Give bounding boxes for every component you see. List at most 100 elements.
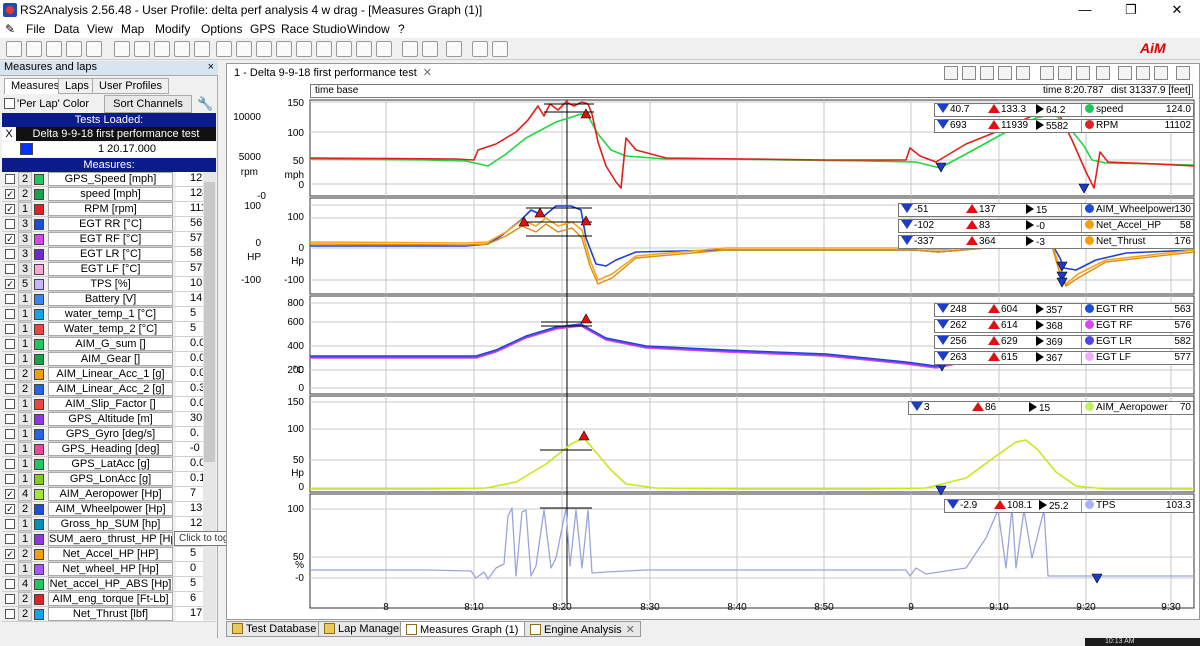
tab-test-database[interactable]: Test Database	[226, 621, 323, 637]
channel-color-swatch[interactable]	[34, 504, 44, 515]
channel-visibility-checkbox[interactable]	[5, 519, 15, 529]
channel-color-swatch[interactable]	[34, 324, 44, 335]
channel-color-swatch[interactable]	[34, 219, 44, 230]
channel-color-swatch[interactable]	[34, 519, 44, 530]
menu-race-studio[interactable]: Race Studio	[281, 22, 346, 36]
math-icon[interactable]	[446, 41, 462, 57]
channel-visibility-checkbox[interactable]	[5, 294, 15, 304]
channel-graph-number[interactable]: 2	[18, 502, 32, 516]
legend-row[interactable]: -337 364 -3 Net_Thrust 176	[898, 235, 1194, 249]
test-row[interactable]: X Delta 9-9-18 first performance test	[2, 127, 216, 141]
wrench-icon[interactable]: 🔧	[197, 96, 213, 112]
legend-row[interactable]: 248 604 357 EGT RR 563	[934, 303, 1194, 317]
channel-graph-number[interactable]: 3	[18, 247, 32, 261]
scrollbar-thumb[interactable]	[204, 182, 215, 462]
channel-color-swatch[interactable]	[34, 549, 44, 560]
channel-row[interactable]: 1 GPS_LonAcc [g] 0.1	[2, 472, 216, 487]
channel-row[interactable]: 2 AIM_eng_torque [Ft-Lb] 6	[2, 592, 216, 607]
channel-visibility-checkbox[interactable]: ✓	[5, 279, 15, 289]
channel-color-swatch[interactable]	[34, 594, 44, 605]
channel-graph-number[interactable]: 1	[18, 442, 32, 456]
channel-graph-number[interactable]: 2	[18, 607, 32, 621]
channel-visibility-checkbox[interactable]	[5, 429, 15, 439]
channel-color-swatch[interactable]	[34, 339, 44, 350]
lap-color-swatch[interactable]	[20, 143, 33, 155]
channel-graph-number[interactable]: 1	[18, 472, 32, 486]
channel-row[interactable]: 3 EGT LR [°C] 58	[2, 247, 216, 262]
channel-graph-number[interactable]: 2	[18, 172, 32, 186]
layout-icon[interactable]	[1136, 66, 1150, 80]
tool-icon[interactable]	[66, 41, 82, 57]
channel-color-swatch[interactable]	[34, 384, 44, 395]
close-icon[interactable]: ✕	[626, 624, 635, 636]
channel-color-swatch[interactable]	[34, 474, 44, 485]
channel-visibility-checkbox[interactable]: ✓	[5, 549, 15, 559]
maximize-button[interactable]: ❐	[1108, 0, 1154, 20]
channel-row[interactable]: 2 GPS_Speed [mph]122	[2, 172, 216, 187]
layout-icon[interactable]	[1096, 66, 1110, 80]
channel-visibility-checkbox[interactable]	[5, 384, 15, 394]
graph-icon[interactable]	[134, 41, 150, 57]
channel-graph-number[interactable]: 1	[18, 307, 32, 321]
channel-color-swatch[interactable]	[34, 579, 44, 590]
channel-row[interactable]: ✓2 speed [mph]124	[2, 187, 216, 202]
channel-visibility-checkbox[interactable]	[5, 264, 15, 274]
channel-graph-number[interactable]: 1	[18, 337, 32, 351]
layout-icon[interactable]	[1118, 66, 1132, 80]
channel-visibility-checkbox[interactable]: ✓	[5, 489, 15, 499]
close-icon[interactable]: ×	[208, 61, 214, 73]
channel-row[interactable]: 3 EGT LF [°C] 57	[2, 262, 216, 277]
folder-icon[interactable]	[46, 41, 62, 57]
channel-row[interactable]: 1 AIM_Slip_Factor [] 0.0	[2, 397, 216, 412]
close-button[interactable]: ✕	[1154, 0, 1200, 20]
channel-visibility-checkbox[interactable]	[5, 444, 15, 454]
channel-graph-number[interactable]: 3	[18, 262, 32, 276]
menu-gps[interactable]: GPS	[250, 22, 275, 36]
channel-color-swatch[interactable]	[34, 399, 44, 410]
channel-color-swatch[interactable]	[34, 534, 44, 545]
measures-graph-icon[interactable]	[114, 41, 130, 57]
channel-color-swatch[interactable]	[34, 174, 44, 185]
channel-graph-number[interactable]: 1	[18, 412, 32, 426]
zoom-icon[interactable]	[944, 66, 958, 80]
app-menu-icon[interactable]: ✎	[5, 22, 15, 36]
zoom-icon[interactable]	[998, 66, 1012, 80]
channel-graph-number[interactable]: 1	[18, 427, 32, 441]
channel-visibility-checkbox[interactable]	[5, 609, 15, 619]
table-icon[interactable]	[236, 41, 252, 57]
channel-row[interactable]: 1 Battery [V] 14	[2, 292, 216, 307]
channel-visibility-checkbox[interactable]	[5, 399, 15, 409]
channel-visibility-checkbox[interactable]: ✓	[5, 204, 15, 214]
print-icon[interactable]	[422, 41, 438, 57]
menu-options[interactable]: Options	[201, 22, 242, 36]
gauge-icon[interactable]	[276, 41, 292, 57]
channel-graph-number[interactable]: 2	[18, 592, 32, 606]
channel-visibility-checkbox[interactable]	[5, 354, 15, 364]
tab-lap-manager[interactable]: Lap Manager	[318, 621, 409, 637]
channel-visibility-checkbox[interactable]	[5, 324, 15, 334]
channel-row[interactable]: 1 GPS_Gyro [deg/s] 0.	[2, 427, 216, 442]
menu-data[interactable]: Data	[54, 22, 79, 36]
channel-visibility-checkbox[interactable]	[5, 339, 15, 349]
channel-graph-number[interactable]: 3	[18, 217, 32, 231]
lap-row[interactable]: 1 20.17.000	[2, 142, 216, 157]
graph-icon[interactable]	[472, 41, 488, 57]
channel-color-swatch[interactable]	[34, 414, 44, 425]
tab-laps[interactable]: Laps	[58, 78, 96, 94]
tool-icon[interactable]	[296, 41, 312, 57]
channel-color-swatch[interactable]	[34, 294, 44, 305]
channel-visibility-checkbox[interactable]	[5, 369, 15, 379]
minimize-button[interactable]: —	[1062, 0, 1108, 20]
channel-row[interactable]: 1 GPS_Heading [deg] -0	[2, 442, 216, 457]
channel-graph-number[interactable]: 2	[18, 187, 32, 201]
menu-help[interactable]: ?	[398, 22, 405, 36]
channel-visibility-checkbox[interactable]	[5, 564, 15, 574]
checkbox[interactable]	[4, 98, 15, 109]
channel-color-swatch[interactable]	[34, 234, 44, 245]
channel-graph-number[interactable]: 4	[18, 487, 32, 501]
channel-row[interactable]: ✓5 TPS [%]103	[2, 277, 216, 292]
help-icon[interactable]	[402, 41, 418, 57]
legend-row[interactable]: 256 629 369 EGT LR 582	[934, 335, 1194, 349]
channel-row[interactable]: ✓ 4 AIM_Aeropower [Hp] 7	[2, 487, 216, 502]
channel-color-swatch[interactable]	[34, 189, 44, 200]
